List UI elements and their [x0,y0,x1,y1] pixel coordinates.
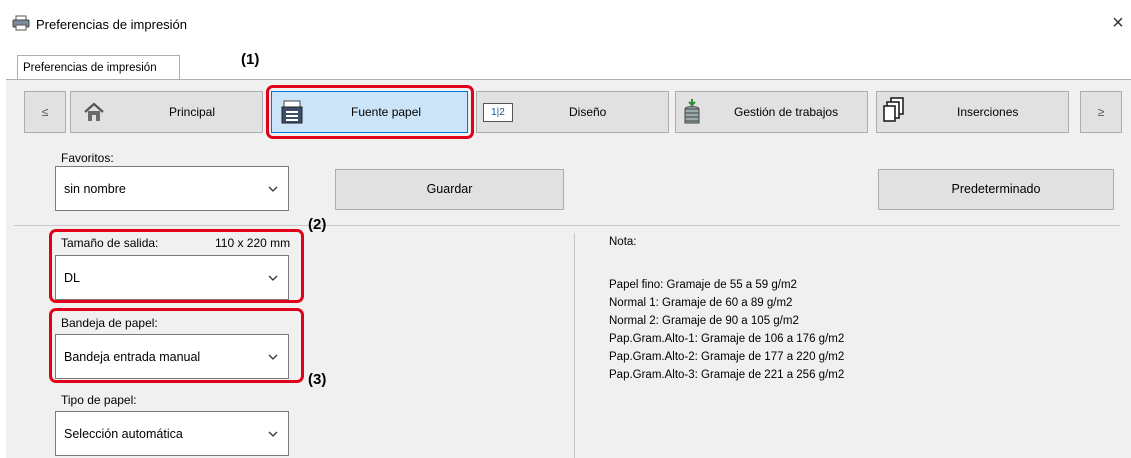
note-line: Normal 2: Gramaje de 90 a 105 g/m2 [609,315,799,327]
tab-gestion-trabajos[interactable]: Gestión de trabajos [675,91,868,133]
tab-diseno-label: Diseño [569,105,607,119]
note-line: Pap.Gram.Alto-3: Gramaje de 221 a 256 g/… [609,369,845,381]
tab-inserciones-label: Inserciones [957,105,1019,119]
tab-inserciones[interactable]: Inserciones [876,91,1069,133]
favorites-value: sin nombre [64,182,126,196]
highlight-paper-tray [49,308,304,383]
highlight-output-size [49,229,304,303]
favorites-select[interactable]: sin nombre [55,166,289,211]
printer-icon [12,15,30,31]
title-bar: Preferencias de impresión × [0,0,1131,44]
paper-type-value: Selección automática [64,427,183,441]
callout-3: (3) [308,371,327,388]
tab-print-preferences[interactable]: Preferencias de impresión [17,55,180,80]
tab-gestion-trabajos-label: Gestión de trabajos [734,105,839,119]
note-line: Pap.Gram.Alto-1: Gramaje de 106 a 176 g/… [609,333,845,345]
close-button[interactable]: × [1108,12,1128,35]
default-button[interactable]: Predeterminado [878,169,1114,210]
callout-1: (1) [241,51,260,68]
tab-principal[interactable]: Principal [70,91,263,133]
job-stack-icon [684,99,700,124]
home-icon [84,102,104,121]
callout-2: (2) [308,216,327,233]
inserts-icon [883,97,904,122]
note-title: Nota: [609,236,637,248]
nav-prev-button[interactable]: ≤ [24,91,66,133]
note-line: Papel fino: Gramaje de 55 a 59 g/m2 [609,279,797,291]
paper-type-select[interactable]: Selección automática [55,411,289,456]
highlight-fuente-papel [266,85,474,139]
paper-type-label: Tipo de papel: [61,393,137,407]
nav-next-button[interactable]: ≥ [1080,91,1122,133]
layout-icon: 1|2 [483,103,513,122]
note-line: Pap.Gram.Alto-2: Gramaje de 177 a 220 g/… [609,351,845,363]
tab-diseno[interactable]: 1|2 Diseño [476,91,669,133]
note-line: Normal 1: Gramaje de 60 a 89 g/m2 [609,297,793,309]
section-divider [14,225,1120,226]
tab-principal-label: Principal [169,105,216,119]
save-button[interactable]: Guardar [335,169,564,210]
vertical-divider [574,233,575,458]
chevron-down-icon [268,431,278,437]
chevron-down-icon [268,186,278,192]
favorites-label: Favoritos: [61,151,114,165]
window-title: Preferencias de impresión [36,17,188,32]
